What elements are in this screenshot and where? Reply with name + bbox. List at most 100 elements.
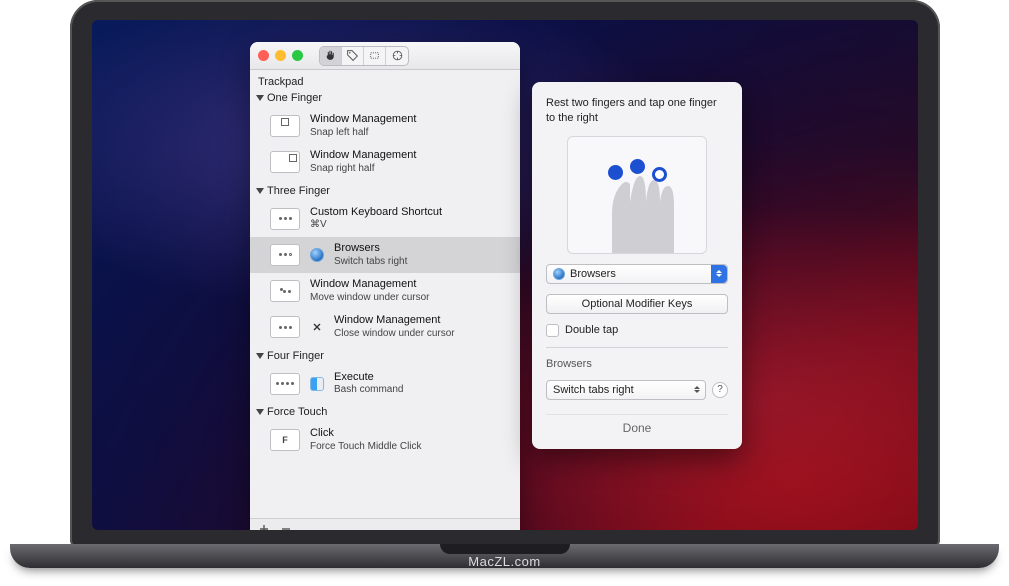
gesture-item-title: Execute [334,371,403,385]
gesture-item[interactable]: ExecuteBash command [250,366,520,402]
double-tap-label: Double tap [565,324,618,336]
macbook-frame: Trackpad One FingerWindow ManagementSnap… [70,0,940,548]
gesture-item-title: Custom Keyboard Shortcut [310,206,442,220]
gesture-item-subtitle: Force Touch Middle Click [310,441,422,454]
group-header[interactable]: Force Touch [250,402,520,422]
gesture-thumb [270,115,300,137]
modifier-keys-button[interactable]: Optional Modifier Keys [546,294,728,314]
gesture-thumb [270,373,300,395]
gesture-item-title: Window Management [310,149,416,163]
action-select[interactable]: Switch tabs right [546,380,706,400]
gesture-detail-panel: Rest two fingers and tap one finger to t… [532,82,742,449]
hand-icon [324,49,337,62]
gesture-thumb [270,244,300,266]
group-header[interactable]: One Finger [250,88,520,108]
divider [546,347,728,348]
minus-icon [281,524,291,531]
desktop-screen: Trackpad One FingerWindow ManagementSnap… [92,20,918,530]
toolbar-tab-tag[interactable] [342,47,364,65]
help-button[interactable]: ? [712,382,728,398]
gesture-illustration [567,136,707,254]
gesture-item-subtitle: Bash command [334,384,403,397]
settings-icon [391,49,404,62]
gesture-item-text: Window ManagementClose window under curs… [334,314,455,340]
stepper-arrows-icon [711,265,727,283]
gesture-item[interactable]: F ClickForce Touch Middle Click [250,422,520,458]
gesture-item-title: Window Management [310,113,416,127]
gesture-thumb [270,316,300,338]
add-gesture-button[interactable] [258,523,270,531]
gesture-item-subtitle: Move window under cursor [310,292,430,305]
gesture-item-subtitle: Close window under cursor [334,328,455,341]
watermark: MacZL.com [468,554,540,569]
toolbar-tab-gestures[interactable] [320,47,342,65]
finger-dot-2 [630,159,645,174]
gesture-thumb [270,151,300,173]
gesture-item[interactable]: Window ManagementClose window under curs… [250,309,520,345]
gesture-item[interactable]: Window ManagementSnap left half [250,108,520,144]
finger-dot-1 [608,165,623,180]
gesture-item-title: Browsers [334,242,407,256]
close-icon [310,320,324,334]
category-select[interactable]: Browsers [546,264,728,284]
gesture-item-text: Window ManagementMove window under curso… [310,278,430,304]
group-name: One Finger [267,92,322,104]
rectangle-icon [368,49,381,62]
sidebar-bottom-bar [250,518,520,530]
group-header[interactable]: Three Finger [250,181,520,201]
finder-icon [310,377,324,391]
globe-icon [553,268,565,280]
gesture-item-text: Custom Keyboard Shortcut⌘V [310,206,442,232]
action-select-value: Switch tabs right [553,384,634,396]
group-name: Three Finger [267,185,330,197]
preferences-window: Trackpad One FingerWindow ManagementSnap… [250,42,520,530]
gesture-item-text: Window ManagementSnap left half [310,113,416,139]
remove-gesture-button[interactable] [280,523,292,531]
modifier-keys-label: Optional Modifier Keys [582,298,693,310]
gesture-item[interactable]: Window ManagementSnap right half [250,144,520,180]
gesture-thumb: F [270,429,300,451]
group-header[interactable]: Four Finger [250,346,520,366]
plus-icon [259,524,269,531]
group-name: Four Finger [267,350,324,362]
toolbar-segmented [319,46,409,66]
done-button[interactable]: Done [546,414,728,435]
double-tap-checkbox[interactable] [546,324,559,337]
gesture-item[interactable]: BrowsersSwitch tabs right [250,237,520,273]
gesture-instruction: Rest two fingers and tap one finger to t… [546,96,728,126]
gesture-item[interactable]: Custom Keyboard Shortcut⌘V [250,201,520,237]
gesture-item-subtitle: ⌘V [310,219,442,232]
gesture-item-text: BrowsersSwitch tabs right [334,242,407,268]
gesture-item-text: ExecuteBash command [334,371,403,397]
finger-dot-tap [652,167,667,182]
device-label: Trackpad [250,72,520,88]
disclosure-triangle-icon [256,188,264,194]
tag-icon [346,49,359,62]
gesture-item-text: ClickForce Touch Middle Click [310,427,422,453]
gesture-item-title: Window Management [310,278,430,292]
gesture-item-title: Window Management [334,314,455,328]
toolbar-tab-rect[interactable] [364,47,386,65]
gesture-item[interactable]: Window ManagementMove window under curso… [250,273,520,309]
minimize-button[interactable] [275,50,286,61]
window-titlebar [250,42,520,70]
category-select-value: Browsers [570,268,616,280]
zoom-button[interactable] [292,50,303,61]
disclosure-triangle-icon [256,353,264,359]
toolbar-tab-settings[interactable] [386,47,408,65]
done-label: Done [623,421,652,435]
globe-icon [310,248,324,262]
gesture-item-subtitle: Snap left half [310,127,416,140]
gesture-sidebar: Trackpad One FingerWindow ManagementSnap… [250,70,520,518]
gesture-item-text: Window ManagementSnap right half [310,149,416,175]
gesture-thumb [270,280,300,302]
disclosure-triangle-icon [256,95,264,101]
gesture-item-subtitle: Snap right half [310,163,416,176]
action-section-label: Browsers [546,358,728,370]
gesture-item-title: Click [310,427,422,441]
double-tap-row: Double tap [546,324,728,337]
close-button[interactable] [258,50,269,61]
gesture-thumb [270,208,300,230]
gesture-item-subtitle: Switch tabs right [334,256,407,269]
stepper-arrows-icon [689,381,705,399]
